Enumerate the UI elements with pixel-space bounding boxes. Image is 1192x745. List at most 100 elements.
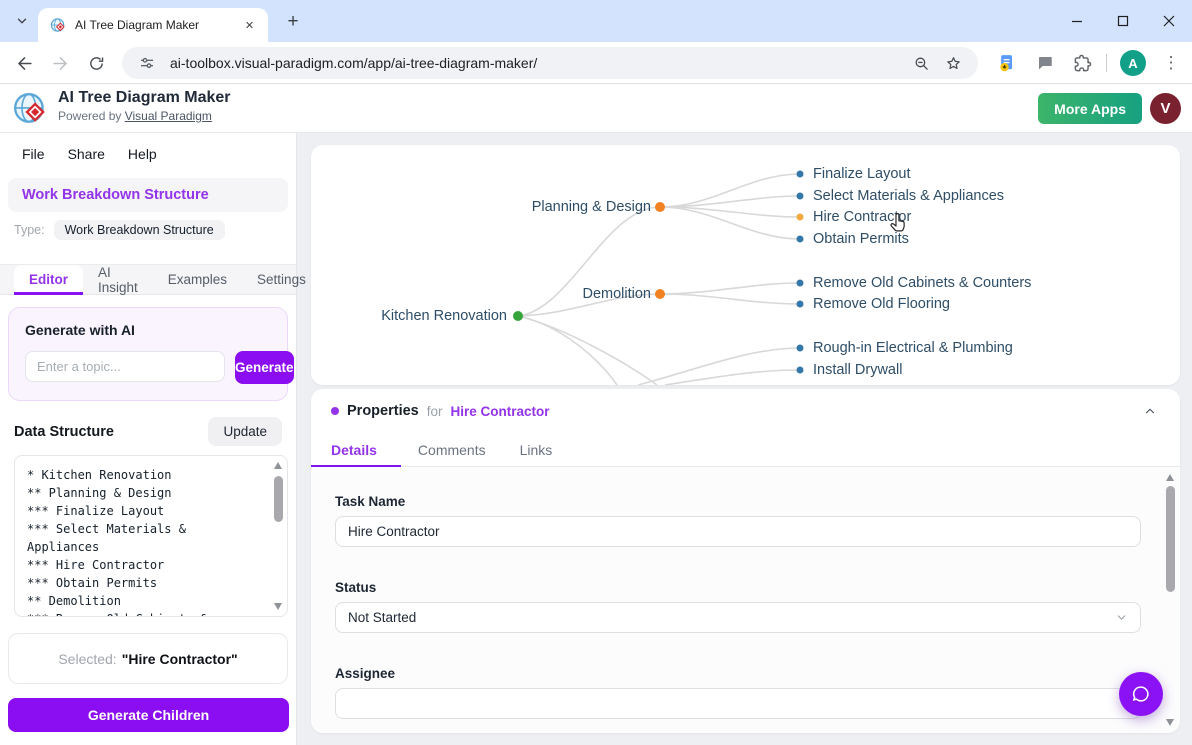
- scrollbar-thumb[interactable]: [1166, 486, 1175, 592]
- tree-node-leaf[interactable]: Remove Old Flooring: [813, 294, 950, 314]
- visual-paradigm-logo: [12, 90, 50, 128]
- browser-window: AI Tree Diagram Maker ✕ + ai-toolbox.vis…: [0, 0, 1192, 745]
- leaf-node-dot[interactable]: [797, 345, 804, 352]
- properties-header[interactable]: Properties for Hire Contractor: [311, 389, 1180, 433]
- properties-panel: Properties for Hire Contractor Details C…: [311, 389, 1180, 733]
- data-structure-textarea[interactable]: * Kitchen Renovation ** Planning & Desig…: [14, 455, 288, 617]
- topic-input[interactable]: [25, 351, 225, 382]
- leaf-node-dot-selected[interactable]: [797, 214, 804, 221]
- properties-content: Task Name Status Not Started Assignee: [311, 467, 1180, 733]
- browser-menu-icon[interactable]: ⋮: [1158, 50, 1184, 76]
- chat-bubble-icon: [1130, 683, 1152, 705]
- scrollbar-thumb[interactable]: [274, 476, 283, 522]
- browser-tab[interactable]: AI Tree Diagram Maker ✕: [38, 8, 268, 42]
- leaf-node-dot[interactable]: [797, 171, 804, 178]
- leaf-node-dot[interactable]: [797, 367, 804, 374]
- url-bar[interactable]: ai-toolbox.visual-paradigm.com/app/ai-tr…: [122, 47, 978, 79]
- collapse-chevron-up-icon[interactable]: [1138, 399, 1162, 423]
- menu-help[interactable]: Help: [128, 146, 157, 162]
- window-controls: [1054, 0, 1192, 42]
- scroll-up-icon[interactable]: [1166, 474, 1174, 481]
- tab-settings[interactable]: Settings: [242, 265, 321, 294]
- menu-share[interactable]: Share: [68, 146, 105, 162]
- sidebar: File Share Help Work Breakdown Structure…: [0, 133, 297, 745]
- properties-scrollbar[interactable]: [1164, 472, 1177, 728]
- tab-title: AI Tree Diagram Maker: [75, 18, 241, 32]
- assignee-field[interactable]: [335, 688, 1141, 719]
- forward-icon[interactable]: [46, 49, 74, 77]
- tree-node-leaf[interactable]: Install Drywall: [813, 360, 902, 380]
- generate-panel-title: Generate with AI: [25, 322, 273, 338]
- sidebar-tabs: Editor AI Insight Examples Settings: [0, 264, 296, 295]
- tab-editor[interactable]: Editor: [14, 265, 83, 294]
- tab-details[interactable]: Details: [331, 433, 401, 466]
- browser-profile-avatar[interactable]: A: [1120, 50, 1146, 76]
- extensions-icon[interactable]: [1069, 50, 1095, 76]
- toolbar-separator: [1106, 54, 1107, 72]
- assignee-label: Assignee: [335, 666, 1141, 681]
- tab-search-button[interactable]: [8, 7, 36, 35]
- chevron-down-icon: [1115, 611, 1128, 627]
- tab-comments[interactable]: Comments: [401, 433, 503, 466]
- tree-node-branch[interactable]: Demolition: [583, 284, 652, 304]
- type-value: Work Breakdown Structure: [54, 220, 225, 240]
- branch-node-dot[interactable]: [655, 202, 665, 212]
- generate-button[interactable]: Generate: [235, 351, 294, 384]
- close-icon[interactable]: [1146, 0, 1192, 42]
- scroll-down-icon[interactable]: [1166, 719, 1174, 726]
- tree-node-leaf[interactable]: Select Materials & Appliances: [813, 186, 1004, 206]
- generate-with-ai-panel: Generate with AI Generate: [8, 307, 288, 401]
- app-menu: File Share Help: [0, 133, 296, 162]
- account-avatar[interactable]: V: [1150, 93, 1181, 124]
- data-structure-content[interactable]: * Kitchen Renovation ** Planning & Desig…: [15, 456, 287, 617]
- status-select[interactable]: Not Started: [335, 602, 1141, 633]
- site-info-icon[interactable]: [134, 50, 160, 76]
- leaf-node-dot[interactable]: [797, 301, 804, 308]
- properties-tabs: Details Comments Links: [311, 433, 1180, 467]
- visual-paradigm-favicon: [50, 17, 67, 34]
- bookmark-star-icon[interactable]: [940, 50, 966, 76]
- data-structure-scrollbar[interactable]: [272, 460, 285, 612]
- tree-node-branch[interactable]: Planning & Design: [532, 197, 651, 217]
- generate-children-button[interactable]: Generate Children: [8, 698, 289, 732]
- branch-node-dot[interactable]: [655, 289, 665, 299]
- tree-node-root[interactable]: Kitchen Renovation: [381, 306, 507, 326]
- tab-examples[interactable]: Examples: [153, 265, 242, 294]
- tree-diagram-canvas[interactable]: Kitchen Renovation Planning & Design Dem…: [311, 145, 1180, 385]
- mouse-cursor-pointer: [887, 211, 909, 235]
- scroll-down-icon[interactable]: [274, 603, 282, 610]
- url-text[interactable]: ai-toolbox.visual-paradigm.com/app/ai-tr…: [170, 55, 908, 71]
- zoom-out-icon[interactable]: [908, 50, 934, 76]
- minimize-icon[interactable]: [1054, 0, 1100, 42]
- tree-node-leaf[interactable]: Rough-in Electrical & Plumbing: [813, 338, 1013, 358]
- update-button[interactable]: Update: [208, 417, 282, 446]
- tab-close-icon[interactable]: ✕: [241, 17, 258, 34]
- leaf-node-dot[interactable]: [797, 193, 804, 200]
- new-tab-button[interactable]: +: [280, 9, 306, 35]
- type-row: Type: Work Breakdown Structure: [14, 220, 296, 240]
- menu-file[interactable]: File: [22, 146, 45, 162]
- root-node-dot[interactable]: [513, 311, 523, 321]
- tab-ai-insight[interactable]: AI Insight: [83, 265, 153, 294]
- properties-title: Properties: [347, 403, 419, 419]
- tab-links[interactable]: Links: [503, 433, 570, 466]
- docs-offline-icon[interactable]: [994, 50, 1020, 76]
- more-apps-button[interactable]: More Apps: [1038, 93, 1142, 124]
- visual-paradigm-link[interactable]: Visual Paradigm: [125, 109, 212, 123]
- tree-node-leaf[interactable]: Remove Old Cabinets & Counters: [813, 273, 1031, 293]
- browser-titlebar: AI Tree Diagram Maker ✕ +: [0, 0, 1192, 42]
- task-name-field[interactable]: [335, 516, 1141, 547]
- type-label: Type:: [14, 223, 45, 237]
- purple-dot-icon: [331, 407, 339, 415]
- maximize-icon[interactable]: [1100, 0, 1146, 42]
- leaf-node-dot[interactable]: [797, 280, 804, 287]
- chat-fab-button[interactable]: [1119, 672, 1163, 716]
- back-icon[interactable]: [10, 49, 38, 77]
- scroll-up-icon[interactable]: [274, 462, 282, 469]
- tree-node-leaf[interactable]: Finalize Layout: [813, 164, 911, 184]
- reload-icon[interactable]: [82, 49, 110, 77]
- leaf-node-dot[interactable]: [797, 236, 804, 243]
- document-title[interactable]: Work Breakdown Structure: [8, 178, 288, 212]
- selected-label: Selected:: [58, 651, 116, 667]
- comment-icon[interactable]: [1032, 50, 1058, 76]
